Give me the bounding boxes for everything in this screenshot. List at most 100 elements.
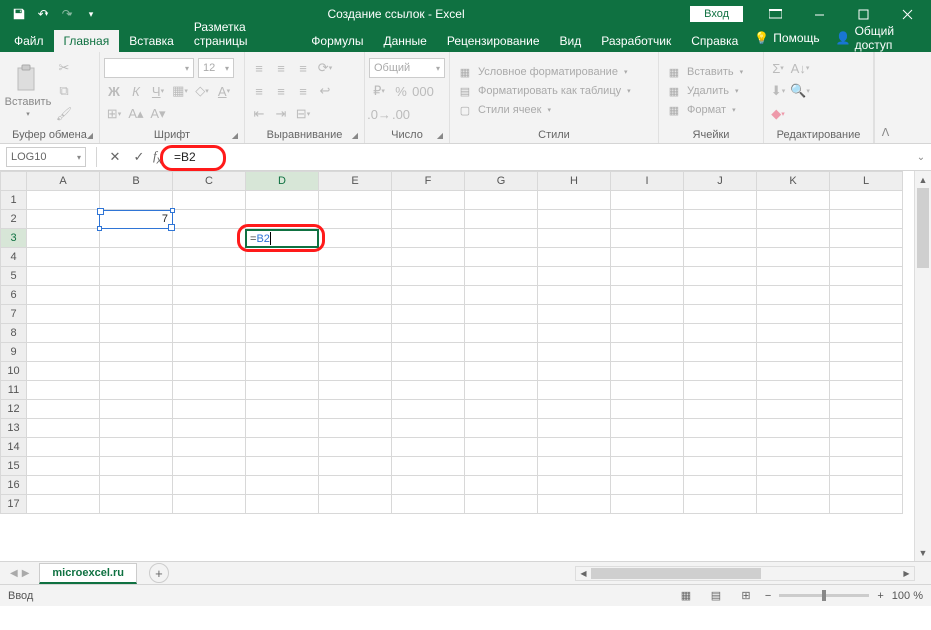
decrease-decimal-icon[interactable]: .00 [391, 104, 411, 124]
redo-icon[interactable]: ↷▾ [56, 3, 78, 25]
align-left-icon[interactable]: ≡ [249, 81, 269, 101]
normal-view-icon[interactable]: ▦ [675, 587, 697, 605]
align-bottom-icon[interactable]: ≡ [293, 58, 313, 78]
tab-insert[interactable]: Вставка [119, 30, 184, 52]
align-center-icon[interactable]: ≡ [271, 81, 291, 101]
formula-input[interactable]: =B2 [168, 148, 911, 166]
tab-help[interactable]: Справка [681, 30, 748, 52]
fill-color-icon[interactable]: ◇▾ [192, 81, 212, 101]
dialog-launcher-icon[interactable]: ◢ [352, 131, 358, 140]
undo-icon[interactable]: ↶▾ [32, 3, 54, 25]
zoom-in-icon[interactable]: + [877, 590, 883, 602]
horizontal-scrollbar[interactable]: ◀ ▶ [575, 566, 915, 581]
sheet-tab[interactable]: microexcel.ru [39, 563, 137, 584]
page-layout-view-icon[interactable]: ▤ [705, 587, 727, 605]
zoom-out-icon[interactable]: − [765, 590, 771, 602]
active-cell[interactable]: =B2 [245, 229, 319, 248]
wrap-text-icon[interactable]: ↩ [315, 81, 335, 101]
cell-styles-button[interactable]: ▢Стили ячеек▾ [454, 102, 654, 118]
spreadsheet-grid[interactable]: ABCDEFGHIJKL12734567891011121314151617 =… [0, 171, 931, 561]
sheet-nav-prev-icon[interactable]: ◀ [10, 568, 18, 579]
align-middle-icon[interactable]: ≡ [271, 58, 291, 78]
cut-icon[interactable]: ✂ [54, 58, 74, 78]
comma-icon[interactable]: 000 [413, 81, 433, 101]
ribbon: Вставить ▾ ✂ ⧉ 🖌 Буфер обмена◢ ▾ 12▾ Ж К… [0, 52, 931, 144]
decrease-font-icon[interactable]: A▾ [148, 104, 168, 124]
scroll-up-icon[interactable]: ▲ [915, 171, 931, 188]
delete-cells-button[interactable]: ▦Удалить▾ [663, 83, 747, 99]
italic-icon[interactable]: К [126, 81, 146, 101]
increase-font-icon[interactable]: A▴ [126, 104, 146, 124]
underline-icon[interactable]: Ч▾ [148, 81, 168, 101]
tab-data[interactable]: Данные [374, 30, 437, 52]
decrease-indent-icon[interactable]: ⇤ [249, 104, 269, 124]
table-icon: ▤ [458, 84, 472, 98]
increase-decimal-icon[interactable]: .0→ [369, 104, 389, 124]
accounting-icon[interactable]: ₽▾ [369, 81, 389, 101]
save-icon[interactable] [8, 3, 30, 25]
copy-icon[interactable]: ⧉ [54, 81, 74, 101]
number-format-select[interactable]: Общий▾ [369, 58, 445, 78]
formula-bar: LOG10▾ ✕ ✓ fx =B2 ⌄ [0, 144, 931, 171]
align-top-icon[interactable]: ≡ [249, 58, 269, 78]
fx-icon[interactable]: fx [153, 148, 162, 167]
font-size-select[interactable]: 12▾ [198, 58, 234, 78]
vertical-scrollbar[interactable]: ▲ ▼ [914, 171, 931, 561]
orientation-icon[interactable]: ⟳▾ [315, 58, 335, 78]
tab-home[interactable]: Главная [54, 30, 120, 52]
scroll-right-icon[interactable]: ▶ [899, 567, 914, 580]
autosum-icon[interactable]: Σ▾ [768, 58, 788, 78]
expand-formula-bar-icon[interactable]: ⌄ [911, 152, 931, 163]
group-alignment: ≡≡≡⟳▾ ≡≡≡↩ ⇤⇥⊟▾ Выравнивание◢ [245, 52, 365, 143]
collapse-ribbon-icon[interactable]: ᐱ [874, 52, 896, 143]
enter-formula-icon[interactable]: ✓ [127, 146, 151, 168]
scroll-thumb[interactable] [917, 188, 929, 268]
increase-indent-icon[interactable]: ⇥ [271, 104, 291, 124]
dialog-launcher-icon[interactable]: ◢ [437, 131, 443, 140]
new-sheet-icon[interactable]: + [149, 563, 169, 583]
font-color-icon[interactable]: A▾ [214, 81, 234, 101]
zoom-level[interactable]: 100 % [892, 590, 923, 602]
merge-icon[interactable]: ⊟▾ [293, 104, 313, 124]
conditional-formatting-button[interactable]: ▦Условное форматирование▾ [454, 64, 654, 80]
sort-filter-icon[interactable]: A↓▾ [790, 58, 810, 78]
scroll-down-icon[interactable]: ▼ [915, 544, 931, 561]
percent-icon[interactable]: % [391, 81, 411, 101]
tab-review[interactable]: Рецензирование [437, 30, 550, 52]
borders-icon[interactable]: ⊞▾ [104, 104, 124, 124]
paste-button[interactable]: Вставить ▾ [4, 64, 52, 118]
login-button[interactable]: Вход [690, 6, 743, 22]
chevron-down-icon[interactable]: ▾ [77, 153, 81, 162]
tab-developer[interactable]: Разработчик [591, 30, 681, 52]
group-cells: ▦Вставить▾ ▦Удалить▾ ▦Формат▾ Ячейки [659, 52, 764, 143]
font-name-select[interactable]: ▾ [104, 58, 194, 78]
tab-file[interactable]: Файл [4, 30, 54, 52]
fill-icon[interactable]: ⬇▾ [768, 81, 788, 101]
tab-view[interactable]: Вид [550, 30, 592, 52]
tab-formulas[interactable]: Формулы [301, 30, 373, 52]
qat-customize-icon[interactable]: ▾ [80, 3, 102, 25]
border-icon[interactable]: ▦▾ [170, 81, 190, 101]
scroll-thumb[interactable] [591, 568, 761, 579]
scroll-left-icon[interactable]: ◀ [576, 567, 591, 580]
clear-icon[interactable]: ◆▾ [768, 104, 788, 124]
format-cells-button[interactable]: ▦Формат▾ [663, 102, 747, 118]
format-as-table-button[interactable]: ▤Форматировать как таблицу▾ [454, 83, 654, 99]
page-break-view-icon[interactable]: ⊞ [735, 587, 757, 605]
cancel-formula-icon[interactable]: ✕ [103, 146, 127, 168]
insert-cells-button[interactable]: ▦Вставить▾ [663, 64, 747, 80]
name-box[interactable]: LOG10▾ [6, 147, 86, 167]
group-styles: ▦Условное форматирование▾ ▤Форматировать… [450, 52, 659, 143]
status-bar: Ввод ▦ ▤ ⊞ − + 100 % [0, 584, 931, 606]
sheet-nav-next-icon[interactable]: ▶ [22, 568, 30, 579]
dialog-launcher-icon[interactable]: ◢ [87, 131, 93, 140]
zoom-slider[interactable] [779, 594, 869, 597]
align-right-icon[interactable]: ≡ [293, 81, 313, 101]
tell-me[interactable]: 💡Помощь [748, 31, 825, 45]
find-select-icon[interactable]: 🔍▾ [790, 81, 810, 101]
dialog-launcher-icon[interactable]: ◢ [232, 131, 238, 140]
format-painter-icon[interactable]: 🖌 [54, 104, 74, 124]
tab-pagelayout[interactable]: Разметка страницы [184, 16, 301, 52]
bold-icon[interactable]: Ж [104, 81, 124, 101]
share-button[interactable]: 👤Общий доступ [830, 24, 921, 52]
